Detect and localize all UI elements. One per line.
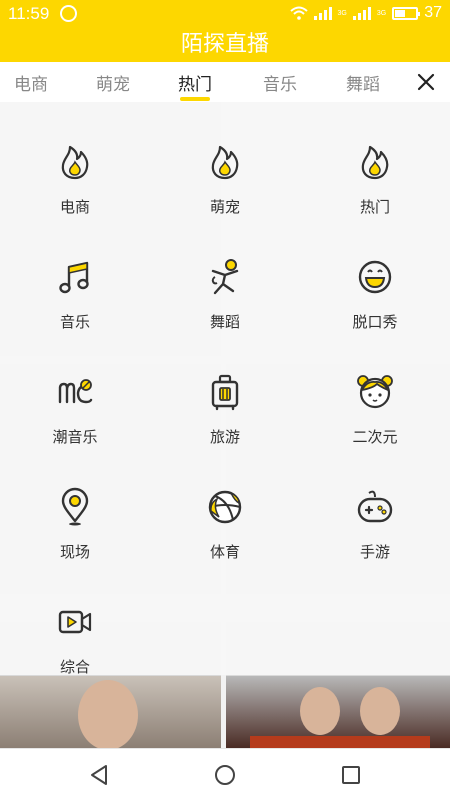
category-label: 综合 [59, 658, 90, 676]
basketball-icon [208, 490, 242, 524]
network-type: 3G [337, 9, 347, 17]
category-tabs: 电商 萌宠 热门 音乐 舞蹈 [0, 62, 450, 102]
suitcase-icon [211, 374, 239, 411]
signal-icon-2 [352, 6, 371, 20]
wifi-icon [289, 6, 308, 20]
streamer-face [300, 687, 340, 735]
flame-icon [211, 145, 239, 180]
status-time: 11:59 [8, 4, 50, 23]
close-icon[interactable] [416, 72, 436, 92]
location-pin-icon [61, 487, 89, 526]
category-label: 潮音乐 [52, 428, 98, 446]
category-remen[interactable]: 热门 [300, 102, 450, 216]
video-camera-icon [58, 610, 92, 634]
category-shouyou[interactable]: 手游 [300, 447, 450, 561]
tab-dianshang[interactable]: 电商 [14, 70, 48, 95]
status-bar: 11:59 3G 3G 37 [0, 0, 450, 28]
category-yinyue[interactable]: 音乐 [0, 217, 150, 331]
home-icon[interactable] [214, 764, 236, 786]
category-label: 现场 [59, 543, 90, 561]
category-label: 手游 [359, 543, 390, 561]
system-nav-bar [0, 748, 450, 800]
category-label: 脱口秀 [352, 313, 398, 331]
stream-banner [250, 736, 430, 748]
streamer-face [360, 687, 400, 735]
tab-wudao[interactable]: 舞蹈 [346, 70, 380, 95]
category-erciyuan[interactable]: 二次元 [300, 332, 450, 446]
category-tiyu[interactable]: 体育 [150, 447, 300, 561]
app-title: 陌探直播 [0, 28, 450, 62]
category-label: 电商 [59, 198, 90, 216]
signal-icon [313, 6, 332, 20]
music-note-icon [59, 261, 89, 294]
category-label: 二次元 [352, 428, 398, 446]
gamepad-icon [357, 490, 393, 523]
flame-icon [361, 145, 389, 180]
tab-yinyue[interactable]: 音乐 [263, 70, 297, 95]
flame-icon [61, 145, 89, 180]
smiley-icon [358, 260, 392, 294]
app-notification-icon [60, 5, 77, 22]
tab-mengchong[interactable]: 萌宠 [96, 70, 130, 95]
category-label: 音乐 [59, 313, 90, 331]
category-zonghe[interactable]: 综合 [0, 562, 150, 676]
recents-icon[interactable] [340, 764, 362, 786]
streamer-face [78, 680, 138, 748]
network-type-2: 3G [376, 9, 387, 17]
category-xianchang[interactable]: 现场 [0, 447, 150, 561]
category-wudao[interactable]: 舞蹈 [150, 217, 300, 331]
back-icon[interactable] [88, 764, 110, 786]
category-chaoyinyue[interactable]: 潮音乐 [0, 332, 150, 446]
category-label: 旅游 [209, 428, 240, 446]
category-label: 体育 [209, 543, 240, 561]
category-tuokouxiu[interactable]: 脱口秀 [300, 217, 450, 331]
battery-icon [392, 6, 421, 20]
category-label: 萌宠 [209, 198, 240, 216]
category-label: 舞蹈 [209, 313, 240, 331]
category-dianshang[interactable]: 电商 [0, 102, 150, 216]
category-label: 热门 [359, 198, 390, 216]
anime-girl-icon [357, 375, 393, 409]
trend-music-icon [58, 379, 93, 404]
tab-remen[interactable]: 热门 [178, 70, 212, 101]
dancer-icon [211, 259, 239, 295]
category-mengchong[interactable]: 萌宠 [150, 102, 300, 216]
category-menu-overlay: 电商 萌宠 热门 音乐 舞蹈 脱口秀 潮音乐 旅游 二次元 现场 体育 手游 综… [0, 102, 450, 676]
battery-level: 37 [424, 4, 442, 21]
status-indicators: 3G 3G 37 [289, 4, 442, 22]
category-lvyou[interactable]: 旅游 [150, 332, 300, 446]
